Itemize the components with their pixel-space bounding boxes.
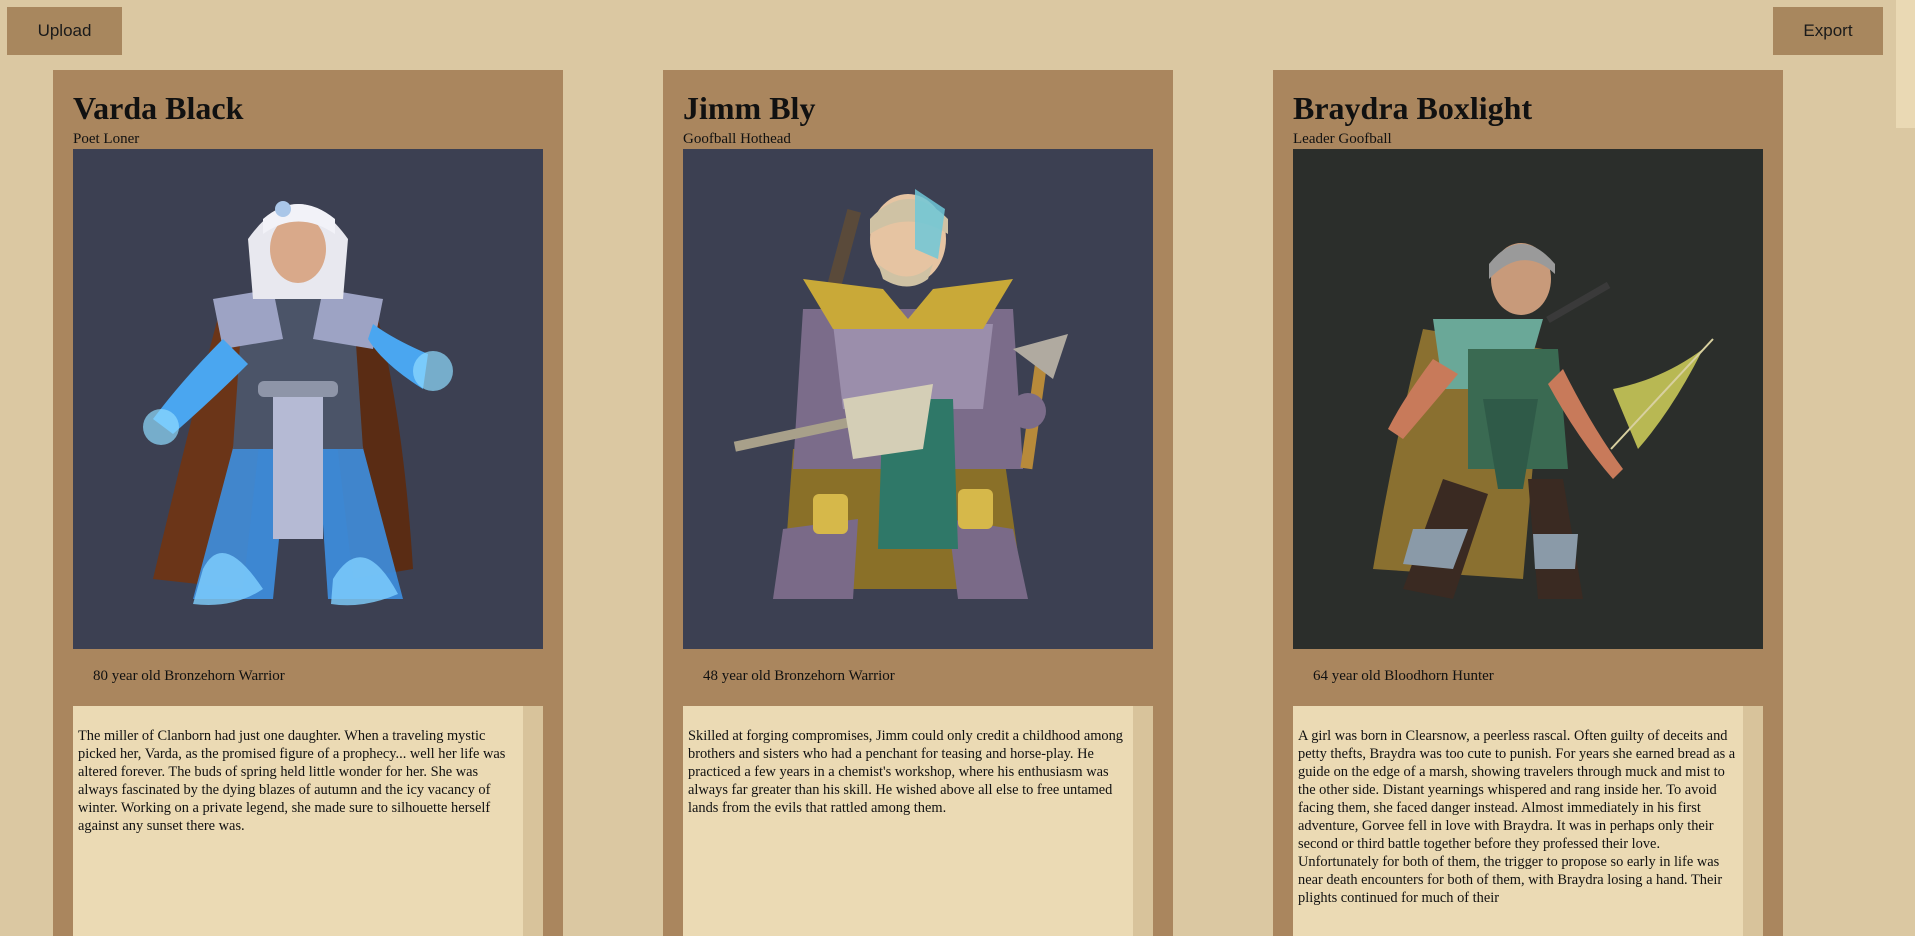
elf-mage-portrait-icon: [73, 149, 543, 649]
export-button[interactable]: Export: [1773, 7, 1883, 55]
bio-scrollbar[interactable]: [1133, 706, 1153, 936]
character-name: Varda Black: [73, 90, 244, 126]
bio-scrollbar[interactable]: [1743, 706, 1763, 936]
character-bio: Skilled at forging compromises, Jimm cou…: [688, 728, 1123, 816]
character-portrait: [73, 149, 543, 649]
character-name: Jimm Bly: [683, 90, 816, 126]
character-name: Braydra Boxlight: [1293, 90, 1533, 126]
character-traits: Goofball Hothead: [683, 131, 791, 147]
character-card: Varda Black Poet Loner 80 year old Bronz…: [53, 70, 563, 936]
character-portrait: [683, 149, 1153, 649]
character-age-line: 48 year old Bronzehorn Warrior: [703, 668, 895, 684]
page-scrollbar-thumb[interactable]: [1896, 0, 1915, 128]
character-traits: Poet Loner: [73, 131, 140, 147]
character-bio-panel[interactable]: Skilled at forging compromises, Jimm cou…: [683, 706, 1153, 936]
character-traits: Leader Goofball: [1293, 131, 1392, 147]
upload-button[interactable]: Upload: [7, 7, 122, 55]
character-card: Jimm Bly Goofball Hothead 48 year old Br…: [663, 70, 1173, 936]
character-card: Braydra Boxlight Leader Goofball 64 year…: [1273, 70, 1783, 936]
character-portrait: [1293, 149, 1763, 649]
bio-scrollbar[interactable]: [523, 706, 543, 936]
page-scrollbar[interactable]: [1894, 0, 1915, 936]
character-bio: A girl was born in Clearsnow, a peerless…: [1298, 728, 1736, 906]
armored-warrior-portrait-icon: [683, 149, 1153, 649]
character-bio-panel[interactable]: A girl was born in Clearsnow, a peerless…: [1293, 706, 1763, 936]
character-age-line: 80 year old Bronzehorn Warrior: [93, 668, 285, 684]
ranger-archer-portrait-icon: [1293, 149, 1763, 649]
character-bio: The miller of Clanborn had just one daug…: [78, 728, 506, 834]
character-bio-panel[interactable]: The miller of Clanborn had just one daug…: [73, 706, 543, 936]
character-age-line: 64 year old Bloodhorn Hunter: [1313, 668, 1494, 684]
